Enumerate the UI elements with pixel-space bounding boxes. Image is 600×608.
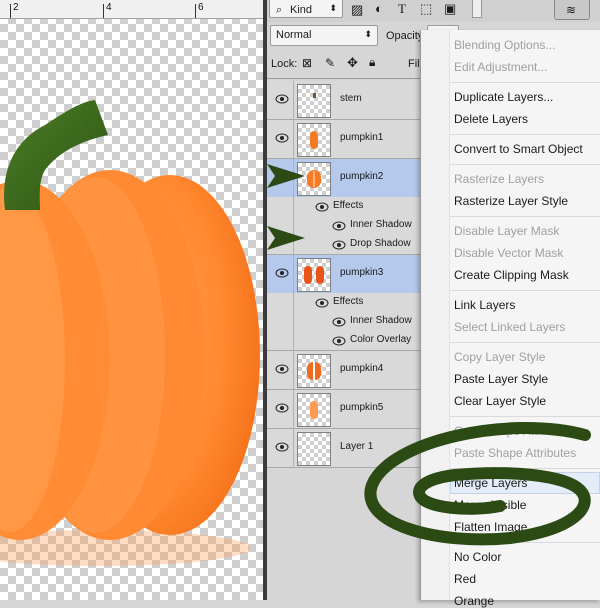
filter-kind-select[interactable]: ⌕ Kind ⬍ <box>269 0 343 18</box>
visibility-eye-icon[interactable] <box>275 363 289 375</box>
ruler-mark: 2 <box>13 2 19 13</box>
layer-filter-bar: ⌕ Kind ⬍ ▨ ◐ T ⬚ ▣ ≋ <box>267 0 600 23</box>
menu-item-create-clipping-mask[interactable]: Create Clipping Mask <box>454 268 569 282</box>
layer-name[interactable]: pumpkin1 <box>340 132 383 143</box>
menu-item-red[interactable]: Red <box>454 572 476 586</box>
effect-name: Inner Shadow <box>350 219 412 230</box>
layer-row-pumpkin4[interactable]: pumpkin4 <box>267 351 420 390</box>
menu-item-clear-layer-style[interactable]: Clear Layer Style <box>454 394 546 408</box>
opacity-label: Opacity <box>386 30 424 42</box>
search-icon: ⌕ <box>276 4 283 16</box>
lock-all-icon[interactable]: 🔒︎ <box>369 55 375 70</box>
panel-menu-button[interactable]: ≋ <box>554 0 590 20</box>
ruler: 2 4 6 <box>0 0 263 19</box>
layer-name[interactable]: pumpkin3 <box>340 267 383 278</box>
visibility-eye-icon[interactable] <box>275 267 289 279</box>
blend-mode-select[interactable]: Normal ⬍ <box>270 25 378 46</box>
effect-row-inner-shadow[interactable]: Inner Shadow <box>267 312 420 331</box>
annotation-arrows <box>267 164 305 250</box>
menu-item-delete-layers[interactable]: Delete Layers <box>454 112 528 126</box>
effect-row-color-overlay[interactable]: Color Overlay <box>267 331 420 351</box>
visibility-eye-icon[interactable] <box>275 132 289 144</box>
effects-label: Effects <box>333 296 364 307</box>
annotation-arrow <box>267 226 305 250</box>
lock-position-icon[interactable]: ✥ <box>347 55 358 71</box>
visibility-eye-icon[interactable] <box>315 297 329 309</box>
menu-item-disable-vector-mask[interactable]: Disable Vector Mask <box>454 246 563 260</box>
visibility-eye-icon[interactable] <box>332 220 346 232</box>
menu-item-link-layers[interactable]: Link Layers <box>454 298 515 312</box>
effect-name: Drop Shadow <box>350 238 411 249</box>
document-canvas[interactable]: 2 4 6 <box>0 0 263 600</box>
layer-name[interactable]: pumpkin2 <box>340 171 383 182</box>
type-filter-icon[interactable]: T <box>398 1 406 17</box>
annotation-spiral-stroke <box>364 422 591 546</box>
effects-row[interactable]: Effects <box>267 293 420 312</box>
layer-row-stem[interactable]: stem <box>267 81 420 120</box>
visibility-eye-icon[interactable] <box>332 335 346 347</box>
effect-name: Color Overlay <box>350 334 412 345</box>
layer-thumbnail <box>297 258 331 292</box>
lock-transparency-icon[interactable]: ⊠ <box>302 56 312 70</box>
menu-item-disable-layer-mask[interactable]: Disable Layer Mask <box>454 224 559 238</box>
visibility-eye-icon[interactable] <box>315 201 329 213</box>
annotation-arrow <box>267 164 305 188</box>
visibility-eye-icon[interactable] <box>332 239 346 251</box>
ruler-mark: 4 <box>106 2 112 13</box>
effect-name: Inner Shadow <box>350 315 412 326</box>
layer-name[interactable]: pumpkin5 <box>340 402 383 413</box>
layers-stack-icon: ≋ <box>566 3 577 17</box>
menu-separator <box>450 216 600 217</box>
filter-kind-value: Kind <box>290 4 313 16</box>
layer-thumbnail <box>297 354 331 388</box>
pumpkin-artwork <box>0 100 260 566</box>
menu-separator <box>450 290 600 291</box>
smart-object-filter-icon[interactable]: ▣ <box>444 1 456 17</box>
layer-row-pumpkin3[interactable]: pumpkin3 <box>267 255 420 294</box>
image-filter-icon[interactable]: ▨ <box>351 2 363 18</box>
menu-item-blending-options[interactable]: Blending Options... <box>454 38 555 52</box>
layer-name[interactable]: pumpkin4 <box>340 363 383 374</box>
lock-label: Lock: <box>271 58 298 70</box>
layer-thumbnail <box>297 393 331 427</box>
menu-item-select-linked-layers[interactable]: Select Linked Layers <box>454 320 565 334</box>
chevron-down-icon: ⬍ <box>329 3 337 13</box>
annotation-spiral <box>364 422 591 546</box>
menu-separator <box>450 342 600 343</box>
menu-item-copy-layer-style[interactable]: Copy Layer Style <box>454 350 545 364</box>
menu-item-orange[interactable]: Orange <box>454 594 494 608</box>
lock-pixels-icon[interactable]: ✎ <box>325 56 335 70</box>
visibility-eye-icon[interactable] <box>332 316 346 328</box>
filter-toggle-switch[interactable] <box>472 0 482 18</box>
menu-separator <box>450 164 600 165</box>
menu-separator <box>450 82 600 83</box>
menu-item-rasterize-layer-style[interactable]: Rasterize Layer Style <box>454 194 568 208</box>
visibility-eye-icon[interactable] <box>275 93 289 105</box>
menu-item-no-color[interactable]: No Color <box>454 550 501 564</box>
blend-mode-value: Normal <box>276 29 312 41</box>
shape-filter-icon[interactable]: ⬚ <box>420 1 432 17</box>
layer-thumbnail <box>297 84 331 118</box>
menu-item-convert-smart-object[interactable]: Convert to Smart Object <box>454 142 583 156</box>
layer-name[interactable]: stem <box>340 93 362 104</box>
menu-item-edit-adjustment[interactable]: Edit Adjustment... <box>454 60 547 74</box>
effects-label: Effects <box>333 200 364 211</box>
menu-separator <box>450 416 600 417</box>
menu-separator <box>450 134 600 135</box>
menu-item-duplicate-layers[interactable]: Duplicate Layers... <box>454 90 553 104</box>
visibility-eye-icon[interactable] <box>275 441 289 453</box>
visibility-eye-icon[interactable] <box>275 402 289 414</box>
chevron-down-icon: ⬍ <box>364 29 372 39</box>
layer-thumbnail <box>297 432 331 466</box>
adjustment-filter-icon[interactable]: ◐ <box>375 1 383 16</box>
ruler-mark: 6 <box>198 2 204 13</box>
menu-item-rasterize-layers[interactable]: Rasterize Layers <box>454 172 544 186</box>
menu-item-paste-layer-style[interactable]: Paste Layer Style <box>454 372 548 386</box>
